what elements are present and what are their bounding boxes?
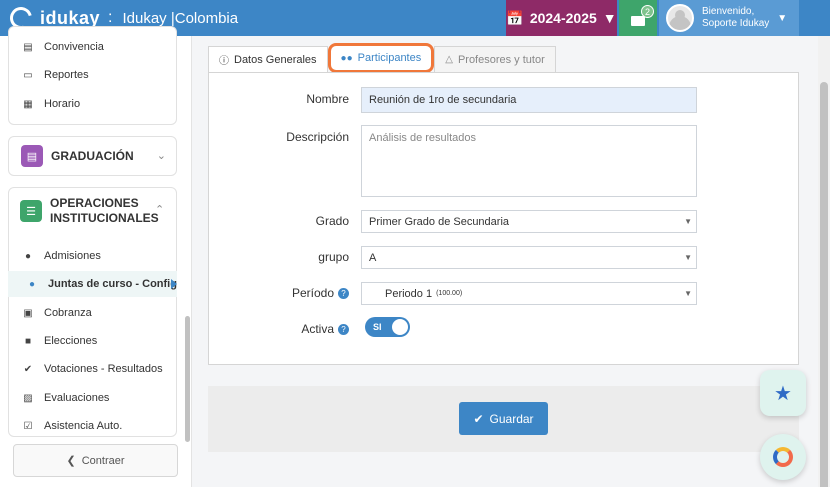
caret-down-icon: ▼	[777, 12, 788, 24]
favorites-star-button[interactable]: ★	[760, 370, 806, 416]
flask-icon: △	[445, 54, 453, 65]
caret-down-icon: ▼	[602, 10, 617, 26]
page-scrollbar-thumb[interactable]	[820, 82, 828, 487]
sidebar-section-graduacion[interactable]: ▤ GRADUACIÓN ⌄	[8, 136, 177, 176]
list-icon: ▤	[23, 41, 33, 53]
section-title-graduacion: GRADUACIÓN	[51, 149, 134, 163]
grado-select[interactable]: Primer Grado de Secundaria ▼	[361, 210, 697, 233]
tab-bar: ⓘ Datos Generales ●● Participantes △ Pro…	[208, 43, 556, 73]
activa-toggle[interactable]: SI	[365, 317, 410, 337]
tab-profesores-tutor[interactable]: △ Profesores y tutor	[434, 46, 556, 72]
descripcion-label: Descripción	[286, 130, 349, 144]
money-icon: ▣	[23, 307, 33, 319]
sidebar-item-cobranza[interactable]: ▣ Cobranza	[22, 307, 91, 319]
user-greeting: Bienvenido,	[702, 6, 755, 17]
chevron-up-icon[interactable]: ⌃	[155, 203, 164, 216]
toggle-knob	[392, 319, 408, 335]
chevron-down-icon: ⌄	[156, 150, 166, 162]
sidebar-item-elecciones[interactable]: ■ Elecciones	[22, 335, 97, 347]
descripcion-textarea[interactable]: Análisis de resultados	[361, 125, 697, 197]
caret-down-icon: ▼	[684, 289, 692, 298]
tab-participantes[interactable]: ●● Participantes	[327, 43, 435, 73]
save-button[interactable]: ✔ Guardar	[459, 402, 548, 435]
nombre-input[interactable]: Reunión de 1ro de secundaria	[361, 87, 697, 113]
page-scrollbar[interactable]	[818, 36, 830, 487]
check-circle-icon: ✔	[23, 363, 33, 375]
info-icon: ⓘ	[219, 56, 229, 67]
help-icon[interactable]: ?	[338, 288, 349, 300]
sidebar-item-votaciones[interactable]: ✔ Votaciones - Resultados	[22, 363, 163, 375]
nombre-label: Nombre	[306, 92, 349, 106]
messages-button[interactable]: 2	[619, 0, 657, 36]
form-panel: Nombre Reunión de 1ro de secundaria Desc…	[208, 72, 799, 365]
chevron-left-icon: ❮	[66, 455, 76, 467]
institution-name: Idukay |Colombia	[122, 9, 239, 27]
form-actions: ✔ Guardar	[208, 386, 799, 452]
periodo-select[interactable]: Periodo 1 (100.00) ▼	[361, 282, 697, 305]
grado-label: Grado	[315, 214, 349, 228]
school-year-label: 2024-2025	[529, 10, 597, 26]
calendar-check-icon: ☑	[23, 420, 33, 432]
section-title-operaciones[interactable]: OPERACIONES INSTITUCIONALES	[50, 196, 159, 226]
activa-label: Activa?	[229, 322, 349, 336]
assistant-logo-icon	[773, 447, 793, 467]
active-item-marker	[171, 279, 177, 289]
collapse-sidebar-button[interactable]: ❮ Contraer	[13, 444, 178, 477]
star-icon: ★	[774, 382, 792, 405]
assistant-button[interactable]	[760, 434, 806, 480]
periodo-label: Período?	[229, 286, 349, 300]
user-plus-icon: ●	[24, 250, 32, 262]
help-icon[interactable]: ?	[338, 324, 349, 336]
sidebar-item-horario[interactable]: ▦ Horario	[22, 98, 80, 110]
user-menu[interactable]: Bienvenido, Soporte Idukay ▼	[659, 0, 799, 36]
archive-icon: ■	[24, 335, 32, 347]
tab-datos-generales[interactable]: ⓘ Datos Generales	[208, 46, 328, 72]
avatar	[666, 4, 694, 32]
document-icon: ▤	[21, 145, 43, 167]
envelope-icon	[631, 16, 645, 26]
school-year-selector[interactable]: 📅 2024-2025 ▼	[506, 0, 617, 36]
user-name: Soporte Idukay	[702, 18, 770, 29]
sidebar-item-evaluaciones[interactable]: ▨ Evaluaciones	[22, 392, 109, 404]
grupo-label: grupo	[318, 250, 349, 264]
sidebar-scrollbar[interactable]	[185, 316, 190, 442]
clipboard-icon: ▨	[23, 392, 33, 404]
users-icon: ●●	[340, 52, 353, 64]
bar-chart-icon: ▭	[23, 69, 33, 81]
users-icon: ●	[28, 278, 36, 290]
list-icon: ☰	[20, 200, 42, 222]
sidebar-item-juntas-de-curso[interactable]: ● Juntas de curso - Config	[26, 278, 177, 290]
sidebar-item-convivencia[interactable]: ▤ Convivencia	[22, 41, 104, 53]
sidebar: ▤ Convivencia ▭ Reportes ▦ Horario ▤ GRA…	[0, 26, 192, 487]
sidebar-item-reportes[interactable]: ▭ Reportes	[22, 69, 88, 81]
caret-down-icon: ▼	[684, 217, 692, 226]
calendar-icon: 📅	[506, 9, 524, 26]
caret-down-icon: ▼	[684, 253, 692, 262]
sidebar-item-asistencia[interactable]: ☑ Asistencia Auto.	[22, 420, 123, 432]
calendar-icon: ▦	[23, 98, 33, 110]
check-icon: ✔	[473, 411, 484, 426]
grupo-select[interactable]: A ▼	[361, 246, 697, 269]
sidebar-item-admisiones[interactable]: ● Admisiones	[22, 250, 101, 262]
messages-count-badge: 2	[641, 5, 654, 18]
